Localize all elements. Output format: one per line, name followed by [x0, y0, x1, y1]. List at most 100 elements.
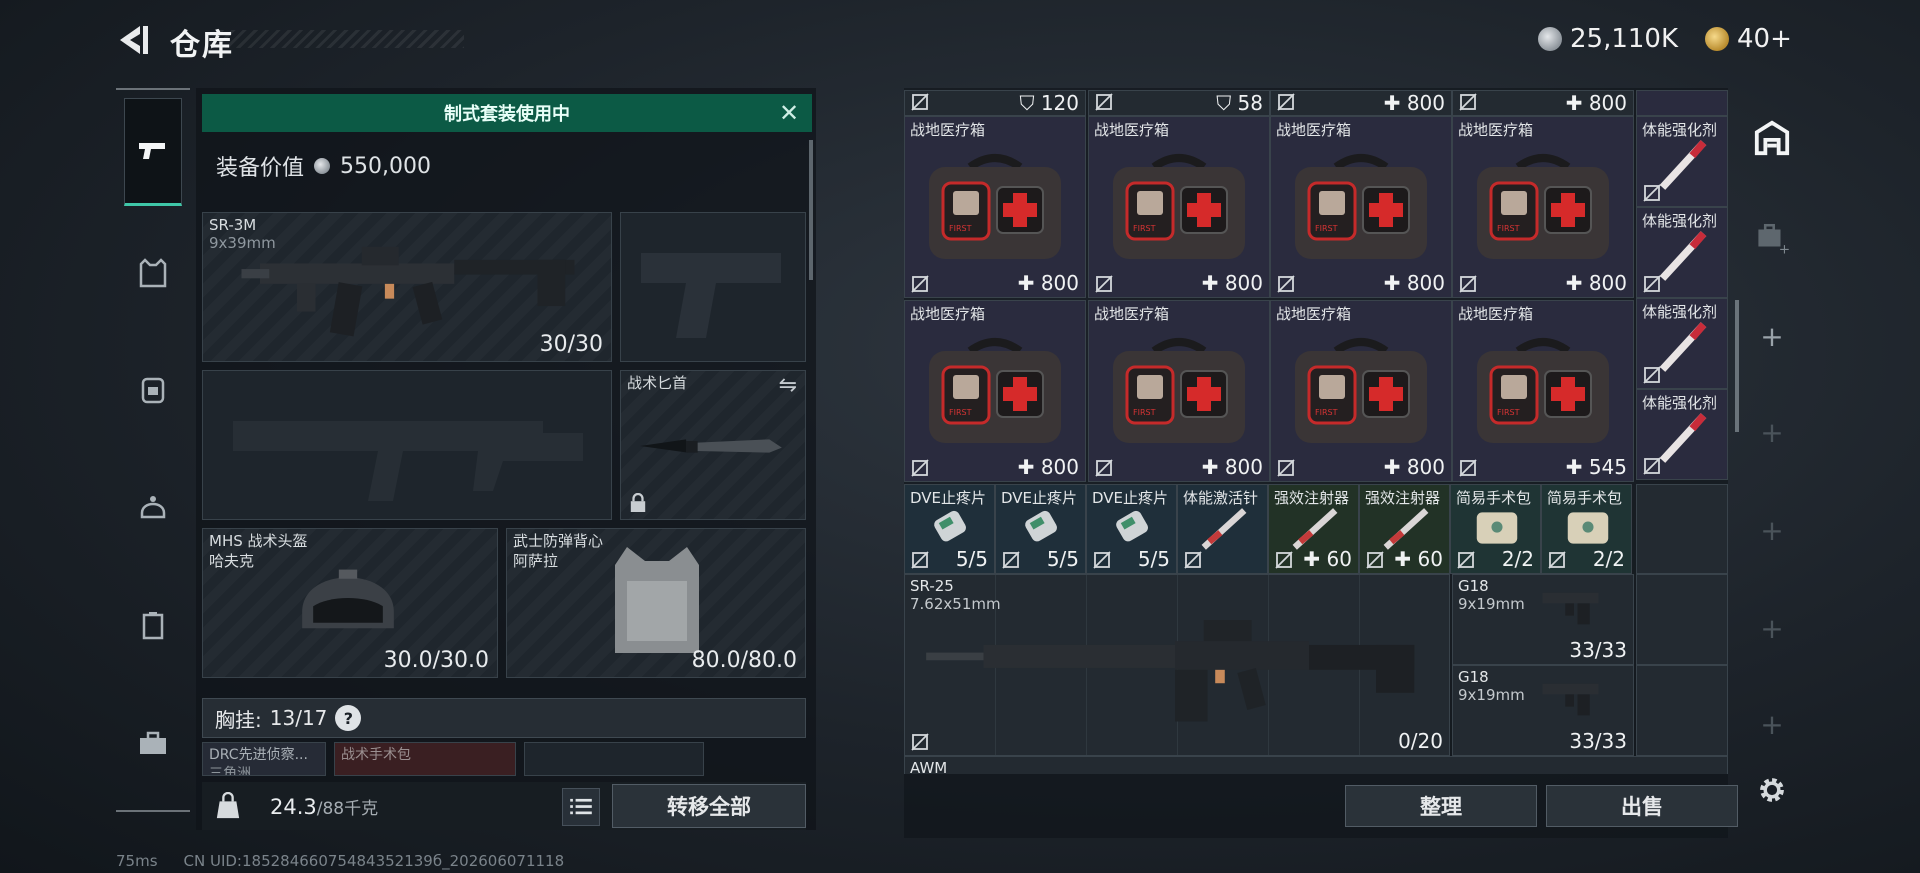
chest-item-slot[interactable]: [524, 742, 704, 776]
small-item[interactable]: DVE止疼片 5/5: [1086, 484, 1177, 574]
swap-icon[interactable]: ⇋: [779, 373, 797, 398]
stash-item-cell[interactable]: ✚ 800: [1270, 90, 1452, 116]
add-tab-button[interactable]: +: [1748, 312, 1796, 360]
weapon-name: SR-25: [910, 577, 954, 595]
chest-rig-count: 13/17: [269, 706, 328, 730]
syringe-image: [1659, 231, 1707, 281]
stash-scrollbar[interactable]: [1735, 300, 1739, 432]
stash-item-cell[interactable]: ⛉ 58: [1088, 90, 1270, 116]
item-value-number: 545: [1588, 455, 1627, 479]
small-item[interactable]: 简易手术包 2/2: [1541, 484, 1632, 574]
medkit-item[interactable]: 战地医疗箱 FIRST ✚ 800: [1270, 116, 1452, 298]
no-insure-icon: [911, 275, 929, 293]
medkit-item[interactable]: 战地医疗箱 FIRST ✚ 800: [1452, 116, 1634, 298]
svg-text:FIRST: FIRST: [1133, 224, 1156, 233]
armor-name: 武士防弹背心: [513, 532, 604, 550]
g18-weapon-item[interactable]: G18 9x19mm 33/33: [1452, 574, 1634, 665]
small-item[interactable]: 强效注射器 ✚ 60: [1268, 484, 1359, 574]
item-durability: ✚ 800: [1202, 271, 1263, 295]
weapon-caliber: 9x19mm: [1458, 686, 1525, 704]
primary-weapon-slot[interactable]: SR-3M 9x39mm 30/30: [202, 212, 612, 362]
list-view-button[interactable]: [562, 788, 600, 826]
injector-image: [1292, 508, 1338, 550]
item-name: 战地医疗箱: [1276, 305, 1352, 323]
medkit-item[interactable]: 战地医疗箱 FIRST ✚ 800: [1088, 116, 1270, 298]
medkit-item[interactable]: 战地医疗箱 FIRST ✚ 800: [1270, 300, 1452, 482]
small-item[interactable]: DVE止疼片 5/5: [995, 484, 1086, 574]
nav-vest-tab[interactable]: [124, 244, 182, 302]
settings-button[interactable]: [1748, 766, 1796, 814]
weapon-name: G18: [1458, 668, 1489, 686]
nav-case-tab[interactable]: [124, 596, 182, 654]
add-tab-button[interactable]: +: [1748, 408, 1796, 456]
nav-backpack-tab[interactable]: [124, 360, 182, 418]
melee-slot[interactable]: 战术匕首 ⇋: [620, 370, 806, 520]
nav-helmet-tab[interactable]: [124, 478, 182, 536]
back-button[interactable]: [114, 22, 150, 58]
stim-item[interactable]: 体能强化剂: [1636, 116, 1728, 207]
stash-empty-cell[interactable]: [1636, 484, 1728, 574]
equipment-scrollbar[interactable]: [809, 140, 813, 280]
chest-item-slot[interactable]: DRC先进侦察... 三角洲: [202, 742, 326, 776]
add-stash-tab[interactable]: +: [1748, 214, 1796, 262]
stash-empty-cell[interactable]: [1636, 665, 1728, 756]
sr25-weapon-item[interactable]: SR-25 7.62x51mm 0/20: [904, 574, 1450, 756]
sidearm-slot[interactable]: [620, 212, 806, 362]
backpack-icon: [141, 377, 165, 404]
chest-rig-bar[interactable]: 胸挂: 13/17 ?: [202, 698, 806, 738]
small-item[interactable]: 体能激活针: [1177, 484, 1268, 574]
small-item[interactable]: DVE止疼片 5/5: [904, 484, 995, 574]
sell-button[interactable]: 出售: [1546, 785, 1738, 827]
loadout-banner-text: 制式套装使用中: [444, 104, 570, 125]
stim-item[interactable]: 体能强化剂: [1636, 207, 1728, 298]
small-item[interactable]: 简易手术包 2/2: [1450, 484, 1541, 574]
transfer-all-button[interactable]: 转移全部: [612, 784, 806, 828]
medkit-item[interactable]: 战地医疗箱 FIRST ✚ 545: [1452, 300, 1634, 482]
melee-name: 战术匕首: [627, 374, 688, 392]
weapon-name: G18: [1458, 577, 1489, 595]
syringe-image: [1659, 140, 1707, 190]
helmet-slot[interactable]: MHS 战术头盔 哈夫克 30.0/30.0: [202, 528, 498, 678]
no-insure-icon: [1459, 93, 1477, 111]
add-tab-button[interactable]: +: [1748, 700, 1796, 748]
armor-icon: ⛉: [1019, 91, 1041, 115]
no-insure-icon: [1002, 551, 1020, 569]
nav-weapon-tab[interactable]: [124, 98, 182, 206]
syringe-image: [1659, 322, 1707, 372]
medkit-item[interactable]: 战地医疗箱 FIRST ✚ 800: [904, 116, 1086, 298]
item-value-number: 120: [1040, 91, 1079, 115]
add-container-icon: +: [1758, 223, 1789, 255]
medkit-item[interactable]: 战地医疗箱 FIRST ✚ 800: [1088, 300, 1270, 482]
body-armor-slot[interactable]: 武士防弹背心 阿萨拉 80.0/80.0: [506, 528, 806, 678]
awm-weapon-item[interactable]: AWM: [904, 756, 1728, 774]
stim-item[interactable]: 体能强化剂: [1636, 298, 1728, 389]
stash-item-cell[interactable]: ⛉ 120: [904, 90, 1086, 116]
stash-empty-cell[interactable]: [1636, 574, 1728, 665]
close-icon[interactable]: ✕: [774, 98, 804, 128]
injector-image: [1201, 508, 1247, 550]
currency-gold[interactable]: 40+: [1705, 22, 1792, 56]
stash-item-cell[interactable]: [1636, 90, 1728, 116]
stash-tab[interactable]: [1748, 114, 1796, 162]
add-tab-button[interactable]: +: [1748, 506, 1796, 554]
stim-item[interactable]: 体能强化剂: [1636, 389, 1728, 480]
weight-current: 24.3: [270, 794, 317, 819]
heal-icon: ✚: [1383, 455, 1407, 479]
chest-item-slot[interactable]: 战术手术包: [334, 742, 516, 776]
help-icon[interactable]: ?: [335, 705, 362, 731]
medkit-item[interactable]: 战地医疗箱 FIRST ✚ 800: [904, 300, 1086, 482]
nav-toolbox-tab[interactable]: [124, 714, 182, 772]
svg-text:FIRST: FIRST: [1133, 408, 1156, 417]
secondary-weapon-slot[interactable]: [202, 370, 612, 520]
stash-item-cell[interactable]: ✚ 800: [1452, 90, 1634, 116]
sort-button[interactable]: 整理: [1345, 785, 1537, 827]
currency-silver[interactable]: 25,110K: [1538, 22, 1678, 56]
item-value-number: 800: [1040, 271, 1079, 295]
g18-weapon-item[interactable]: G18 9x19mm 33/33: [1452, 665, 1634, 756]
add-tab-button[interactable]: +: [1748, 604, 1796, 652]
medkit-image: FIRST: [1477, 154, 1609, 259]
medkit-image: FIRST: [1295, 154, 1427, 259]
item-durability: ✚ 545: [1566, 455, 1627, 479]
item-value-number: 800: [1406, 271, 1445, 295]
small-item[interactable]: 强效注射器 ✚ 60: [1359, 484, 1450, 574]
